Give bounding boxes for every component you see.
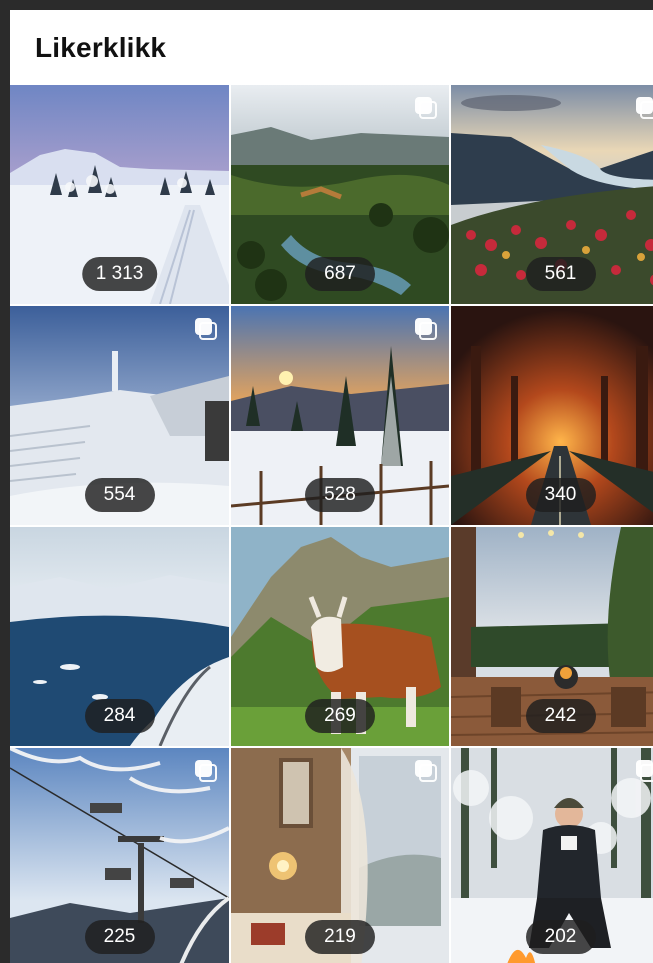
carousel-icon bbox=[415, 760, 437, 782]
photo-tile[interactable]: 202 bbox=[451, 748, 653, 963]
photo-tile[interactable]: 528 bbox=[231, 306, 449, 525]
carousel-icon bbox=[415, 97, 437, 119]
page-title: Likerklikk bbox=[35, 31, 167, 63]
photo-grid: 1 313 687 561 554 528 340 284 269 242 22… bbox=[10, 85, 653, 963]
photo-tile[interactable]: 225 bbox=[10, 748, 229, 963]
photo-tile[interactable]: 284 bbox=[10, 527, 229, 746]
like-count-badge: 340 bbox=[525, 478, 596, 512]
like-count-badge: 554 bbox=[84, 478, 155, 512]
post-panel: Likerklikk 1 313 687 561 554 528 340 284… bbox=[10, 10, 653, 963]
carousel-icon bbox=[415, 318, 437, 340]
like-count-badge: 687 bbox=[305, 257, 375, 291]
photo-tile[interactable]: 340 bbox=[451, 306, 653, 525]
carousel-icon bbox=[195, 318, 217, 340]
photo-tile[interactable]: 219 bbox=[231, 748, 449, 963]
panel-header: Likerklikk bbox=[10, 10, 653, 85]
carousel-icon bbox=[636, 760, 653, 782]
like-count-badge: 528 bbox=[305, 478, 375, 512]
like-count-badge: 284 bbox=[84, 699, 155, 733]
like-count-badge: 242 bbox=[525, 699, 596, 733]
like-count-badge: 225 bbox=[84, 920, 155, 954]
photo-tile[interactable]: 687 bbox=[231, 85, 449, 304]
photo-tile[interactable]: 554 bbox=[10, 306, 229, 525]
photo-tile[interactable]: 561 bbox=[451, 85, 653, 304]
carousel-icon bbox=[636, 97, 653, 119]
like-count-badge: 561 bbox=[525, 257, 596, 291]
like-count-badge: 202 bbox=[525, 920, 596, 954]
like-count-badge: 269 bbox=[305, 699, 375, 733]
photo-tile[interactable]: 269 bbox=[231, 527, 449, 746]
like-count-badge: 1 313 bbox=[81, 257, 158, 291]
like-count-badge: 219 bbox=[305, 920, 375, 954]
carousel-icon bbox=[195, 760, 217, 782]
photo-tile[interactable]: 242 bbox=[451, 527, 653, 746]
photo-tile[interactable]: 1 313 bbox=[10, 85, 229, 304]
